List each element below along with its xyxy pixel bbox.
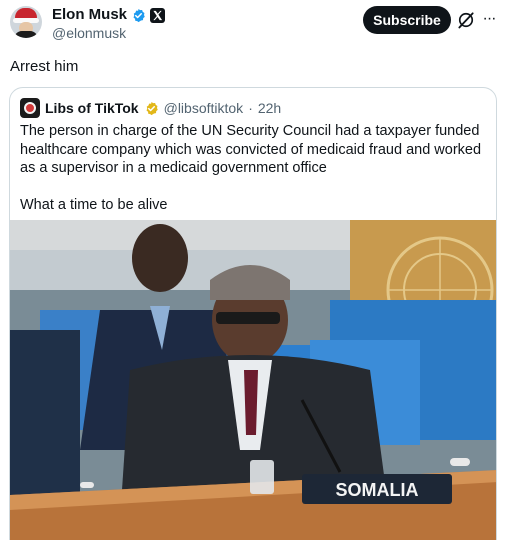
nameplate-text: SOMALIA [336, 480, 419, 500]
quoted-timestamp[interactable]: 22h [258, 99, 281, 117]
grok-icon[interactable] [456, 10, 476, 30]
quoted-handle[interactable]: @libsoftiktok [164, 99, 244, 117]
author-handle[interactable]: @elonmusk [52, 25, 126, 41]
author-name-row: Elon Musk [52, 6, 166, 24]
gold-verified-badge-icon [146, 101, 158, 115]
quoted-separator: · [248, 100, 253, 116]
post-header: Elon Musk @elonmusk Subscribe ··· [0, 0, 515, 50]
quoted-text-paragraph-2: What a time to be alive [20, 196, 168, 213]
quoted-text-paragraph-1: The person in charge of the UN Security … [20, 123, 482, 176]
author-avatar[interactable] [10, 6, 42, 38]
author-name[interactable]: Elon Musk [52, 6, 127, 24]
quoted-avatar[interactable] [20, 98, 40, 118]
x-logo-icon [150, 7, 166, 23]
verified-badge-icon [133, 8, 145, 22]
quoted-name[interactable]: Libs of TikTok [45, 99, 139, 117]
quoted-post[interactable]: Libs of TikTok @libsoftiktok · 22h The p… [9, 87, 497, 540]
subscribe-button[interactable]: Subscribe [363, 6, 451, 34]
post-text: Arrest him [10, 58, 79, 75]
quoted-text: The person in charge of the UN Security … [20, 122, 490, 214]
more-icon[interactable]: ··· [480, 10, 498, 28]
quoted-photo[interactable]: SOMALIA [10, 220, 496, 540]
quoted-header: Libs of TikTok @libsoftiktok · 22h [20, 98, 281, 118]
photo-illustration: SOMALIA [10, 220, 496, 540]
